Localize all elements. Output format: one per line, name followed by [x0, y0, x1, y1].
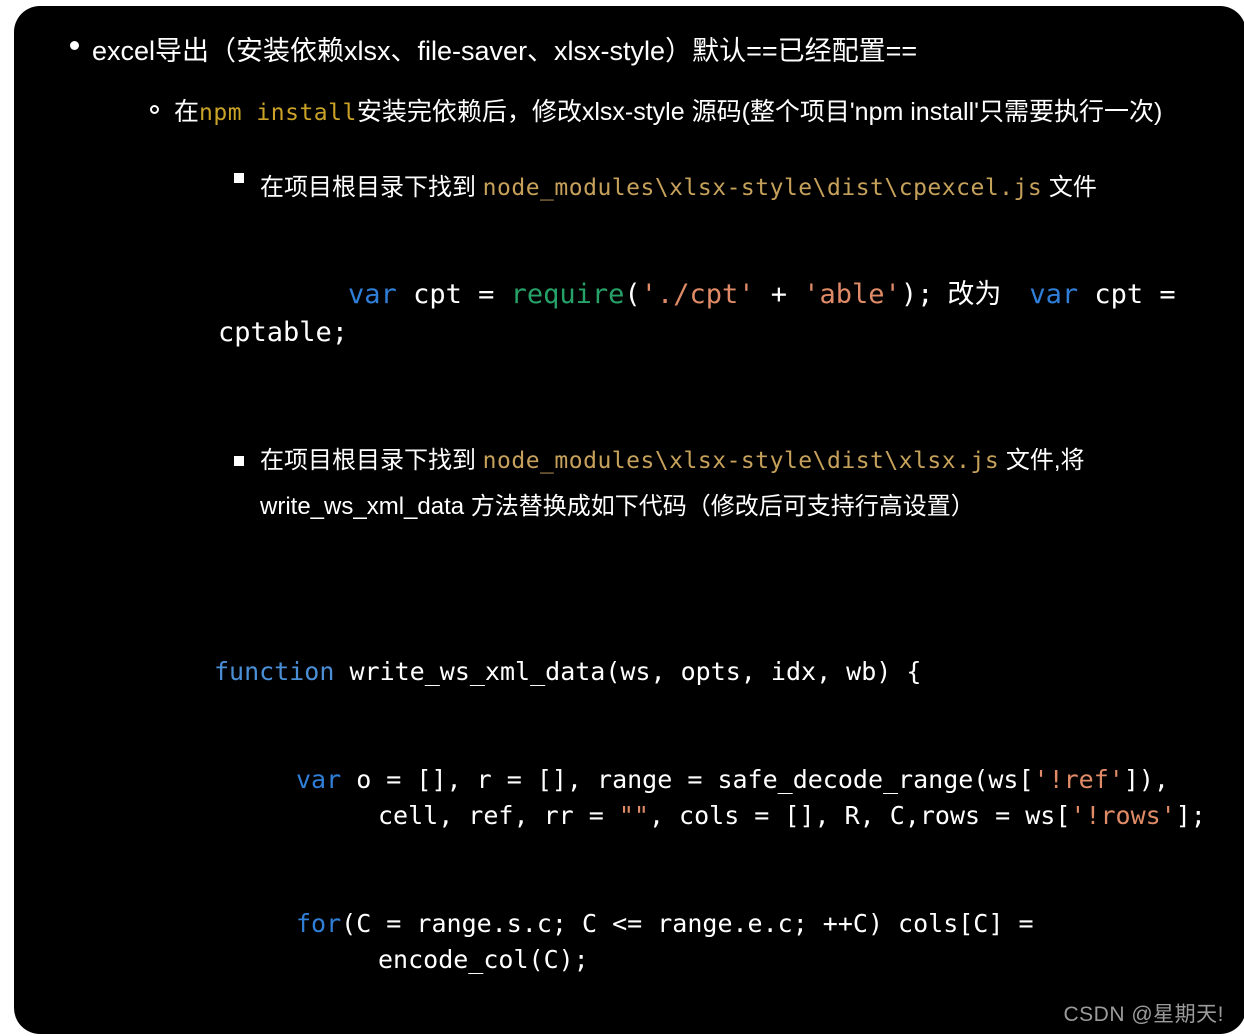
dark-code-card: excel导出（安装依赖xlsx、file-saver、xlsx-style）默… [14, 6, 1244, 1034]
square-bullet-icon [234, 173, 244, 183]
code-line-2-c: , cols = [], R, C,rows = ws[ [648, 801, 1071, 830]
disc-bullet-icon [70, 41, 79, 50]
page-root: excel导出（安装依赖xlsx、file-saver、xlsx-style）默… [0, 0, 1244, 1036]
npm-install-code: npm install [199, 100, 357, 126]
kw-var-3: var [296, 765, 342, 794]
outline-level2-prefix: 在 [174, 98, 200, 126]
code-line-1-rest: write_ws_xml_data(ws, opts, idx, wb) { [334, 657, 922, 686]
code-line-2-a: o = [], r = [], range = safe_decode_rang… [341, 765, 1034, 794]
outline-item-level1: excel导出（安装依赖xlsx、file-saver、xlsx-style）默… [14, 6, 1244, 72]
outline-level2-suffix: 安装完依赖后，修改xlsx-style 源码(整个项目'npm install'… [356, 98, 1163, 126]
code-line-2: var o = [], r = [], range = safe_decode_… [296, 762, 1244, 834]
xlsxjs-prefix: 在项目根目录下找到 [260, 447, 483, 474]
code-line-3: for(C = range.s.c; C <= range.e.c; ++C) … [296, 906, 1244, 978]
outline-item-xlsxjs: 在项目根目录下找到 node_modules\xlsx-style\dist\x… [14, 390, 1244, 530]
code-seg-3: + [754, 279, 804, 310]
circle-bullet-icon [150, 105, 159, 114]
str-able: 'able' [803, 279, 901, 310]
str-empty: "" [618, 801, 649, 830]
code-seg-1: cpt = [396, 279, 511, 310]
replace-with-label: 改为 [947, 279, 1002, 309]
cpexcel-prefix: 在项目根目录下找到 [260, 174, 483, 201]
code-replace-line: var cpt = require('./cpt' + 'able'); 改为 va… [14, 211, 1244, 390]
kw-function: function [214, 657, 335, 686]
kw-var-2: var [1029, 279, 1079, 310]
cpexcel-path: node_modules\xlsx-style\dist\cpexcel.js [482, 175, 1043, 201]
code-line-1: function write_ws_xml_data(ws, opts, idx… [214, 654, 1244, 690]
square-bullet-icon-2 [234, 456, 244, 466]
cpexcel-suffix: 文件 [1042, 174, 1097, 201]
code-seg-4: ); [900, 279, 934, 310]
str-rows: '!rows' [1070, 801, 1176, 830]
fn-require: require [510, 279, 625, 310]
str-ref: '!ref' [1033, 765, 1124, 794]
code-block: function write_ws_xml_data(ws, opts, idx… [14, 530, 1244, 1034]
code-seg-2: ( [624, 279, 641, 310]
outline-item-cpexcel: 在项目根目录下找到 node_modules\xlsx-style\dist\c… [14, 135, 1244, 211]
outline-item-level2: 在npm install安装完依赖后，修改xlsx-style 源码(整个项目'… [14, 72, 1244, 135]
xlsxjs-path: node_modules\xlsx-style\dist\xlsx.js [482, 448, 1000, 474]
code-line-2-d: ]; [1175, 801, 1206, 830]
card-content: excel导出（安装依赖xlsx、file-saver、xlsx-style）默… [14, 6, 1244, 1034]
kw-var-1: var [348, 279, 397, 310]
code-line-3-rest: (C = range.s.c; C <= range.e.c; ++C) col… [341, 909, 1049, 974]
outline-level1-text: excel导出（安装依赖xlsx、file-saver、xlsx-style）默… [92, 36, 918, 66]
str-cpt: './cpt' [640, 279, 755, 310]
kw-for-1: for [296, 909, 342, 938]
